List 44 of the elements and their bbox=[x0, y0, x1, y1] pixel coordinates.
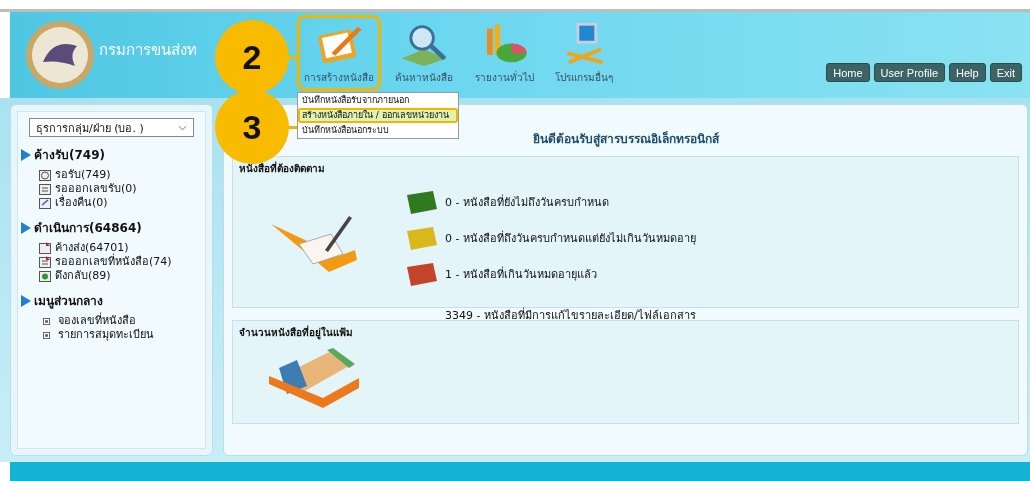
menu-item[interactable]: โปรแกรมอื่นๆ bbox=[547, 15, 621, 91]
sidebar-link[interactable]: เรื่องคืน(0) bbox=[55, 196, 108, 210]
sidebar-link[interactable]: รอรับ(749) bbox=[55, 168, 111, 182]
sidebar-link[interactable]: รอออกเลขรับ(0) bbox=[55, 182, 137, 196]
sidebar-group[interactable]: เมนูส่วนกลาง bbox=[21, 291, 202, 310]
org-name: กรมการขนส่งท bbox=[99, 40, 197, 60]
header-button[interactable]: Exit bbox=[989, 63, 1022, 82]
sidebar-link[interactable]: จองเลขที่หนังสือ bbox=[58, 314, 136, 328]
panel-title: หนังสือที่ต้องติดตาม bbox=[239, 161, 326, 176]
panel-title: จำนวนหนังสือที่อยู่ในแฟ้ม bbox=[239, 325, 354, 340]
sidebar-group[interactable]: ค้างรับ(749) bbox=[21, 145, 202, 164]
seal-logo-icon bbox=[25, 20, 95, 90]
document-icon bbox=[39, 242, 51, 254]
dropdown-item[interactable]: บันทึกหนังสือนอกระบบ bbox=[298, 123, 458, 138]
triangle-icon bbox=[21, 221, 31, 234]
status-text[interactable]: 0 - หนังสือที่ยังไม่ถึงวันครบกำหนด bbox=[445, 193, 609, 211]
status-text[interactable]: 0 - หนังสือที่ถึงวันครบกำหนดแต่ยังไม่เกินวันหมดอายุ bbox=[445, 229, 696, 247]
menu-item[interactable]: การสร้างหนังสือ bbox=[297, 15, 381, 91]
document-icon bbox=[39, 183, 51, 195]
arrow-document-icon bbox=[39, 270, 51, 282]
status-text[interactable]: 1 - หนังสือที่เกินวันหมดอายุแล้ว bbox=[445, 265, 597, 283]
dropdown-item[interactable]: บันทึกหนังสือรับจากภายนอก bbox=[298, 93, 458, 108]
document-icon bbox=[39, 197, 51, 209]
header-button[interactable]: Help bbox=[949, 63, 986, 82]
header-button[interactable]: User Profile bbox=[873, 63, 946, 82]
document-icon bbox=[39, 256, 51, 268]
status-text[interactable]: 3349 - หนังสือที่มีการแก้ไขรายละเอียด/ไฟล์เอกสาร bbox=[445, 306, 696, 324]
file-tray-icon bbox=[267, 346, 362, 411]
bullet-icon bbox=[43, 331, 50, 339]
sidebar-link[interactable]: ค้างส่ง(64701) bbox=[55, 241, 129, 255]
sidebar-group[interactable]: ดำเนินการ(64864) bbox=[21, 218, 202, 237]
chevron-down-icon bbox=[178, 124, 187, 131]
welcome-title: ยินดีต้อนรับสู่สารบรรณอิเล็กทรอนิกส์ bbox=[532, 132, 719, 146]
sidebar-link[interactable]: รายการสมุดทะเบียน bbox=[58, 328, 154, 342]
unit-select[interactable]: ธุรการกลุ่ม/ฝ่าย (บอ. ) bbox=[29, 118, 194, 137]
triangle-icon bbox=[21, 294, 31, 307]
dropdown-item[interactable]: สร้างหนังสือภายใน / ออกเลขหน่วยงาน bbox=[298, 108, 458, 123]
sidebar-link[interactable]: ดึงกลับ(89) bbox=[55, 269, 111, 283]
clock-icon bbox=[39, 169, 51, 181]
bullet-icon bbox=[43, 317, 50, 325]
menu-item[interactable]: รายงานทั่วไป bbox=[467, 15, 541, 91]
menu-item[interactable]: ค้นหาหนังสือ bbox=[387, 15, 461, 91]
header-button[interactable]: Home bbox=[826, 63, 870, 82]
triangle-icon bbox=[21, 148, 31, 161]
